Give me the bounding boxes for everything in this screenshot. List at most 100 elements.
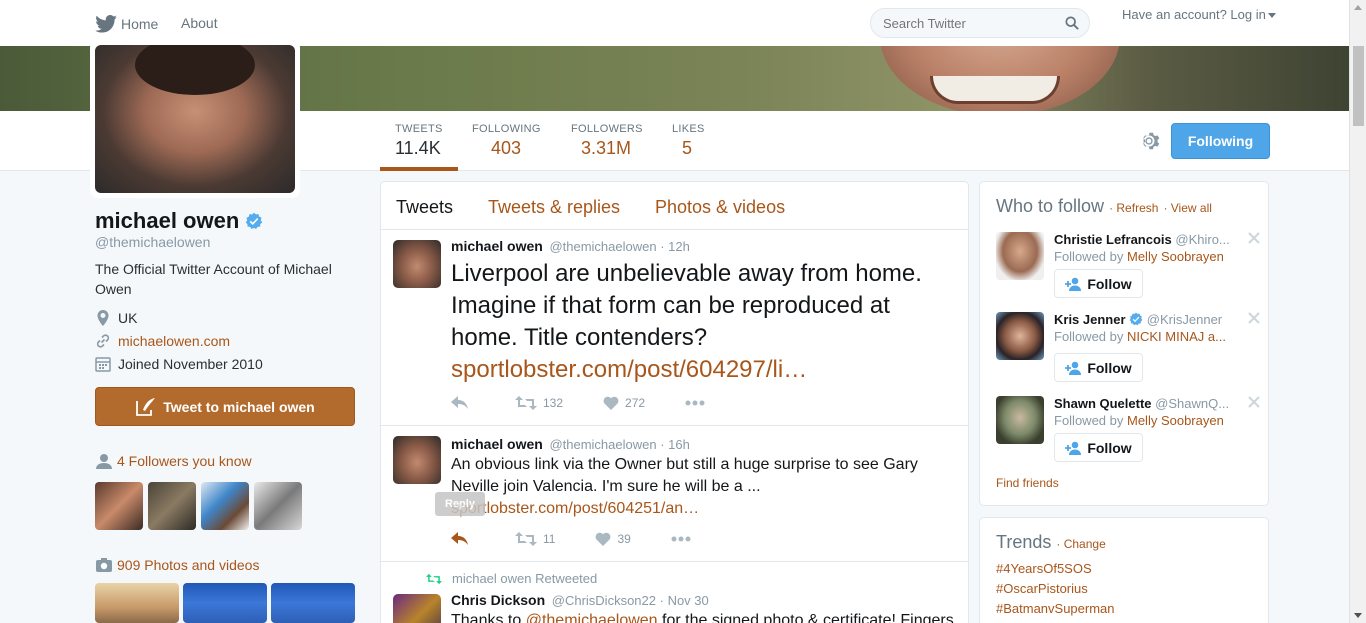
stat-label: FOLLOWERS <box>571 123 643 135</box>
trend-item[interactable]: #BatmanvSuperman <box>996 601 1115 616</box>
tweet-time[interactable]: · Nov 30 <box>660 593 709 608</box>
followers-you-know-link[interactable]: 4 Followers you know <box>117 453 252 469</box>
home-link[interactable]: Home <box>95 15 158 33</box>
search-icon[interactable] <box>1065 16 1079 30</box>
banner-smile-image <box>930 76 1060 104</box>
tweet-author-avatar[interactable] <box>393 240 441 288</box>
tweet-to-button[interactable]: Tweet to michael owen <box>95 387 355 426</box>
follow-button[interactable]: Follow <box>1054 433 1143 462</box>
photos-videos-link[interactable]: 909 Photos and videos <box>117 557 259 573</box>
known-follower-avatar[interactable] <box>148 482 196 530</box>
followed-by-link[interactable]: NICKI MINAJ a... <box>1127 329 1226 344</box>
tweet-author-name[interactable]: Chris Dickson <box>451 592 545 608</box>
tweet[interactable]: michael owen Retweeted Chris Dickson @Ch… <box>381 562 968 623</box>
followed-by-prefix: Followed by <box>1054 413 1124 428</box>
like-action[interactable]: 39 <box>595 532 631 546</box>
tweet-header: michael owen @themichaelowen · 16h <box>451 436 690 452</box>
stat-followers[interactable]: FOLLOWERS 3.31M <box>571 123 643 159</box>
tab-tweets[interactable]: Tweets <box>396 197 453 218</box>
retweet-action[interactable]: 132 <box>515 396 563 410</box>
trend-item[interactable]: #4YearsOf5SOS <box>996 561 1092 576</box>
more-action[interactable] <box>671 536 697 542</box>
tweet-author-handle[interactable]: @themichaelowen <box>549 239 656 254</box>
stat-following[interactable]: FOLLOWING 403 <box>472 123 541 159</box>
stat-tweets[interactable]: TWEETS 11.4K <box>395 123 443 159</box>
suggested-user-name[interactable]: Kris Jenner @KrisJenner <box>1054 312 1244 327</box>
known-follower-avatar[interactable] <box>95 482 143 530</box>
location-text: UK <box>118 310 138 326</box>
followers-you-know-header[interactable]: 4 Followers you know <box>95 453 252 469</box>
home-label: Home <box>121 16 159 32</box>
reply-tooltip: Reply <box>435 492 485 516</box>
search-input[interactable] <box>871 9 1051 37</box>
tweet-author-handle[interactable]: @ChrisDickson22 <box>552 593 656 608</box>
tweet-text: Liverpool are unbelievable away from hom… <box>451 258 956 386</box>
who-to-follow-panel: Who to follow · Refresh · View all Chris… <box>979 181 1269 506</box>
tweet-author-avatar[interactable] <box>393 436 441 484</box>
website-link[interactable]: michaelowen.com <box>118 333 230 349</box>
retweet-icon <box>515 532 537 546</box>
dismiss-icon[interactable] <box>1248 232 1260 244</box>
scroll-down-arrow-icon[interactable] <box>1354 613 1362 618</box>
following-button[interactable]: Following <box>1171 123 1270 159</box>
scrollbar-thumb[interactable] <box>1353 46 1364 126</box>
tab-photos-videos[interactable]: Photos & videos <box>655 197 785 218</box>
known-follower-avatar[interactable] <box>201 482 249 530</box>
stat-likes[interactable]: LIKES 5 <box>672 123 705 159</box>
dismiss-icon[interactable] <box>1248 396 1260 408</box>
tweet[interactable]: michael owen @themichaelowen · 16h An ob… <box>381 426 968 562</box>
followed-by-link[interactable]: Melly Soobrayen <box>1127 249 1224 264</box>
trend-item[interactable]: #OscarPistorius <box>996 581 1088 596</box>
photo-thumbnail[interactable] <box>271 583 355 623</box>
followed-by: Followed by Melly Soobrayen <box>1054 249 1244 264</box>
tweet-body: An obvious link via the Owner but still … <box>451 456 918 495</box>
followed-by-prefix: Followed by <box>1054 249 1124 264</box>
view-all-link[interactable]: · View all <box>1163 201 1211 215</box>
tweet-link[interactable]: sportlobster.com/post/604297/li… <box>451 356 807 383</box>
scroll-up-arrow-icon[interactable] <box>1354 5 1362 10</box>
suggested-user-name[interactable]: Shawn Quelette @ShawnQ... <box>1054 396 1244 411</box>
tweet-author-handle[interactable]: @themichaelowen <box>549 437 656 452</box>
tweet-author-avatar[interactable] <box>393 594 441 623</box>
photos-videos-header[interactable]: 909 Photos and videos <box>95 557 259 573</box>
profile-avatar[interactable] <box>95 45 295 193</box>
suggested-user-avatar[interactable] <box>996 232 1044 280</box>
photo-thumbnail[interactable] <box>183 583 267 623</box>
reply-action[interactable] <box>451 532 475 546</box>
follow-button[interactable]: Follow <box>1054 269 1143 298</box>
retweeted-by-text[interactable]: michael owen Retweeted <box>452 571 597 586</box>
tweet-link[interactable]: sportlobster.com/post/604251/an… <box>451 500 699 517</box>
page-scrollbar[interactable] <box>1349 0 1366 623</box>
tweet-author-name[interactable]: michael owen <box>451 238 543 254</box>
follow-button[interactable]: Follow <box>1054 353 1143 382</box>
dismiss-icon[interactable] <box>1248 312 1260 324</box>
reply-icon <box>451 532 468 545</box>
find-friends-link[interactable]: Find friends <box>996 476 1059 490</box>
suggested-user-avatar[interactable] <box>996 396 1044 444</box>
tweet-author-name[interactable]: michael owen <box>451 436 543 452</box>
suggested-user-avatar[interactable] <box>996 312 1044 360</box>
tweet-time[interactable]: · 12h <box>660 239 690 254</box>
like-action[interactable]: 272 <box>603 396 645 410</box>
refresh-link[interactable]: · Refresh <box>1109 201 1158 215</box>
tab-tweets-replies[interactable]: Tweets & replies <box>488 197 620 218</box>
about-link[interactable]: About <box>181 15 218 31</box>
change-trends-link[interactable]: · Change <box>1056 537 1105 551</box>
followed-by: Followed by NICKI MINAJ a... <box>1054 329 1244 344</box>
gear-icon[interactable] <box>1138 130 1160 152</box>
reply-action[interactable] <box>451 396 475 410</box>
suggested-user-name[interactable]: Christie Lefrancois @Khiro... <box>1054 232 1244 247</box>
retweet-action[interactable]: 11 <box>515 532 555 546</box>
followed-by-link[interactable]: Melly Soobrayen <box>1127 413 1224 428</box>
more-action[interactable] <box>685 400 711 406</box>
trends-panel: Trends · Change #4YearsOf5SOS #OscarPist… <box>979 517 1269 623</box>
tweet-mention-link[interactable]: @themichaelowen <box>526 612 658 623</box>
login-link[interactable]: Have an account? Log in <box>1122 7 1276 22</box>
photo-thumbnail[interactable] <box>95 583 179 623</box>
profile-avatar-frame <box>90 40 300 198</box>
known-follower-avatar[interactable] <box>254 482 302 530</box>
suggested-user: Shawn Quelette @ShawnQ... Followed by Me… <box>996 396 1260 476</box>
tweet[interactable]: michael owen @themichaelowen · 12h Liver… <box>381 230 968 426</box>
profile-handle: @themichaelowen <box>95 234 211 250</box>
tweet-time[interactable]: · 16h <box>660 437 690 452</box>
